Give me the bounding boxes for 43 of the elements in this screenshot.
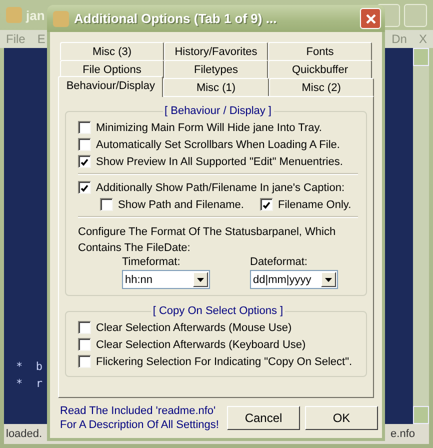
field-label: Timeformat: (122, 256, 182, 268)
field-label: Dateformat: (250, 256, 308, 268)
description-text: Configure The Format Of The Statusbarpanel, Which Contains The FileDate: (78, 225, 337, 256)
checkbox-label: Flickering Selection For Indicating "Copy On Select". (96, 356, 352, 368)
checkbox[interactable] (78, 121, 91, 134)
tab[interactable]: Filetypes (164, 60, 268, 78)
ok-button[interactable]: OK (305, 406, 378, 430)
cancel-button[interactable]: Cancel (227, 406, 300, 430)
checkbox-label: Show Preview In All Supported "Edit" Menuentries. (96, 156, 343, 168)
checkbox-label: Clear Selection Afterwards (Keyboard Use) (96, 338, 306, 350)
tab[interactable]: Misc (3) (60, 42, 164, 60)
checkbox[interactable] (78, 321, 91, 334)
status-text: e.nfo (390, 428, 415, 440)
window-title: jan (26, 8, 45, 22)
tab[interactable]: Misc (1) (163, 78, 269, 96)
checkbox[interactable] (100, 198, 113, 211)
checkbox[interactable] (78, 338, 91, 351)
tab[interactable]: History/Favorites (164, 42, 268, 60)
group-title: [ Behaviour / Display ] (164, 105, 272, 117)
close-icon (364, 12, 378, 26)
status-text: loaded. (6, 428, 42, 440)
checkbox[interactable] (260, 198, 273, 211)
checkbox-label: Filename Only. (278, 198, 352, 210)
checkbox-label: Clear Selection Afterwards (Mouse Use) (96, 322, 292, 334)
checkbox-label: Additionally Show Path/Filename In jane's Caption: (96, 182, 345, 194)
checkbox[interactable] (78, 138, 91, 151)
dropdown-field[interactable]: hh:nn (122, 270, 210, 289)
dropdown-field[interactable]: dd|mm|yyyy (250, 270, 338, 289)
checkbox[interactable] (78, 155, 91, 168)
checkbox-label: Minimizing Main Form Will Hide jane Into Tray. (96, 122, 322, 134)
checkbox-label: Show Path and Filename. (118, 198, 244, 210)
tab[interactable]: Fonts (268, 42, 372, 60)
checkbox[interactable] (78, 181, 91, 194)
tab[interactable]: Behaviour/Display (58, 76, 164, 97)
checkbox[interactable] (78, 355, 91, 368)
checkbox-label: Automatically Set Scrollbars When Loading A File. (96, 138, 340, 150)
group-title: [ Copy On Select Options ] (152, 305, 284, 317)
dialog-title: Additional Options (Tab 1 of 9) ... (74, 11, 277, 26)
tab[interactable]: Quickbuffer (268, 60, 372, 78)
hint-text: Read The Included 'readme.nfo' For A Description Of All Settings! (60, 404, 220, 432)
editor-line: * b (16, 360, 42, 373)
tab[interactable]: Misc (2) (268, 78, 374, 96)
editor-line: * r (16, 377, 42, 390)
